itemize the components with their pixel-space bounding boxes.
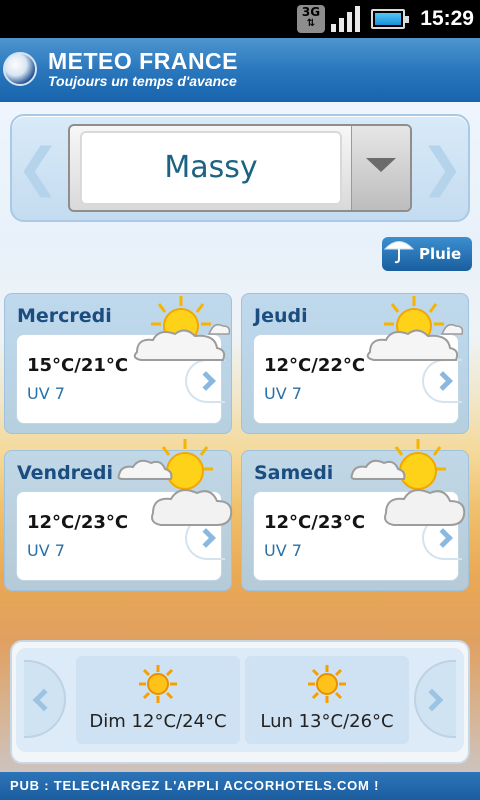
previous-city-button[interactable]: ❮ (14, 138, 62, 198)
clock: 15:29 (420, 7, 474, 30)
extended-day-dim[interactable]: Dim 12°C/24°C (76, 656, 240, 744)
sun-clouds-icon (350, 439, 466, 526)
forecast-temperature: 15°C/21°C (27, 355, 129, 376)
app-header: METEO FRANCE Toujours un temps d'avance (0, 38, 480, 102)
forecast-day-name: Vendredi (17, 462, 114, 484)
status-bar: 3G ⇅ 15:29 (0, 0, 480, 38)
chevron-right-icon (420, 688, 444, 712)
ad-banner[interactable]: PUB : TELECHARGEZ L'APPLI ACCORHOTELS.CO… (0, 772, 480, 800)
forecast-day-name: Samedi (254, 462, 334, 484)
forecast-card-vendredi[interactable]: Vendredi 12°C/23°C UV 7 (4, 439, 233, 591)
forecast-uv: UV 7 (27, 384, 65, 403)
network-label: 3G (301, 5, 321, 19)
rain-button-label: Pluie (419, 245, 462, 263)
partly-sunny-icon (366, 296, 464, 361)
signal-icon (331, 6, 363, 32)
extended-day-lun[interactable]: Lun 13°C/26°C (245, 656, 409, 744)
battery-icon (371, 9, 409, 29)
forecast-uv: UV 7 (264, 541, 302, 560)
extended-day-label: Dim 12°C/24°C (89, 711, 227, 732)
forecast-uv: UV 7 (264, 384, 302, 403)
forecast-day-name: Mercredi (17, 305, 112, 327)
chevron-left-icon (32, 688, 56, 712)
next-city-button[interactable]: ❯ (418, 138, 466, 198)
forecast-card-mercredi[interactable]: Mercredi 15°C/21°C UV 7 (4, 293, 232, 434)
partly-sunny-icon (133, 296, 231, 361)
forecast-temperature: 12°C/23°C (27, 512, 129, 533)
umbrella-icon (383, 241, 415, 264)
sun-icon (308, 665, 346, 703)
sun-icon (139, 665, 177, 703)
brand-tagline: Toujours un temps d'avance (48, 73, 237, 89)
sun-clouds-icon (117, 439, 233, 526)
city-name[interactable]: Massy (82, 133, 340, 203)
forecast-uv: UV 7 (27, 541, 65, 560)
extended-day-label: Lun 13°C/26°C (260, 711, 394, 732)
forecast-card-samedi[interactable]: Samedi 12°C/23°C UV 7 (241, 439, 469, 591)
forecast-card-jeudi[interactable]: Jeudi 12°C/22°C UV 7 (241, 293, 469, 434)
caret-down-icon[interactable] (351, 126, 410, 210)
chevron-left-icon: ❮ (16, 138, 60, 198)
network-3g-icon: 3G ⇅ (297, 5, 325, 33)
meteo-france-logo (3, 52, 37, 86)
forecast-temperature: 12°C/22°C (264, 355, 366, 376)
chevron-right-icon: ❯ (420, 138, 464, 198)
brand-title: METEO FRANCE (48, 48, 238, 74)
forecast-day-name: Jeudi (254, 305, 308, 327)
